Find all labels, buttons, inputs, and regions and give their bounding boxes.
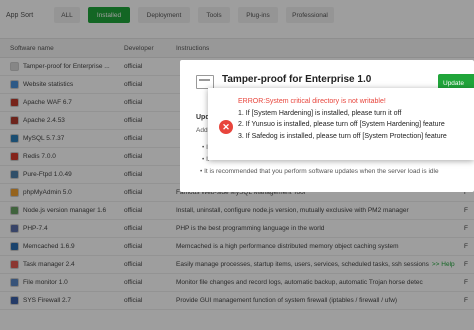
error-x-icon: ✕	[219, 120, 233, 134]
error-line: 2. If Yunsuo is installed, please turn o…	[238, 121, 445, 128]
error-message-box: ✕ ERROR:System critical directory is not…	[208, 88, 474, 160]
plugin-logo-icon	[196, 75, 214, 89]
error-line: 1. If [System Hardening] is installed, p…	[238, 109, 402, 117]
update-note: • It is recommended that you perform sof…	[200, 168, 439, 175]
dialog-title: Tamper-proof for Enterprise 1.0	[222, 74, 372, 85]
error-title: ERROR:System critical directory is not w…	[238, 98, 386, 105]
error-line: 3. If Safedog is installed, please turn …	[238, 132, 447, 140]
error-text: ERROR:System critical directory is not w…	[238, 96, 447, 142]
